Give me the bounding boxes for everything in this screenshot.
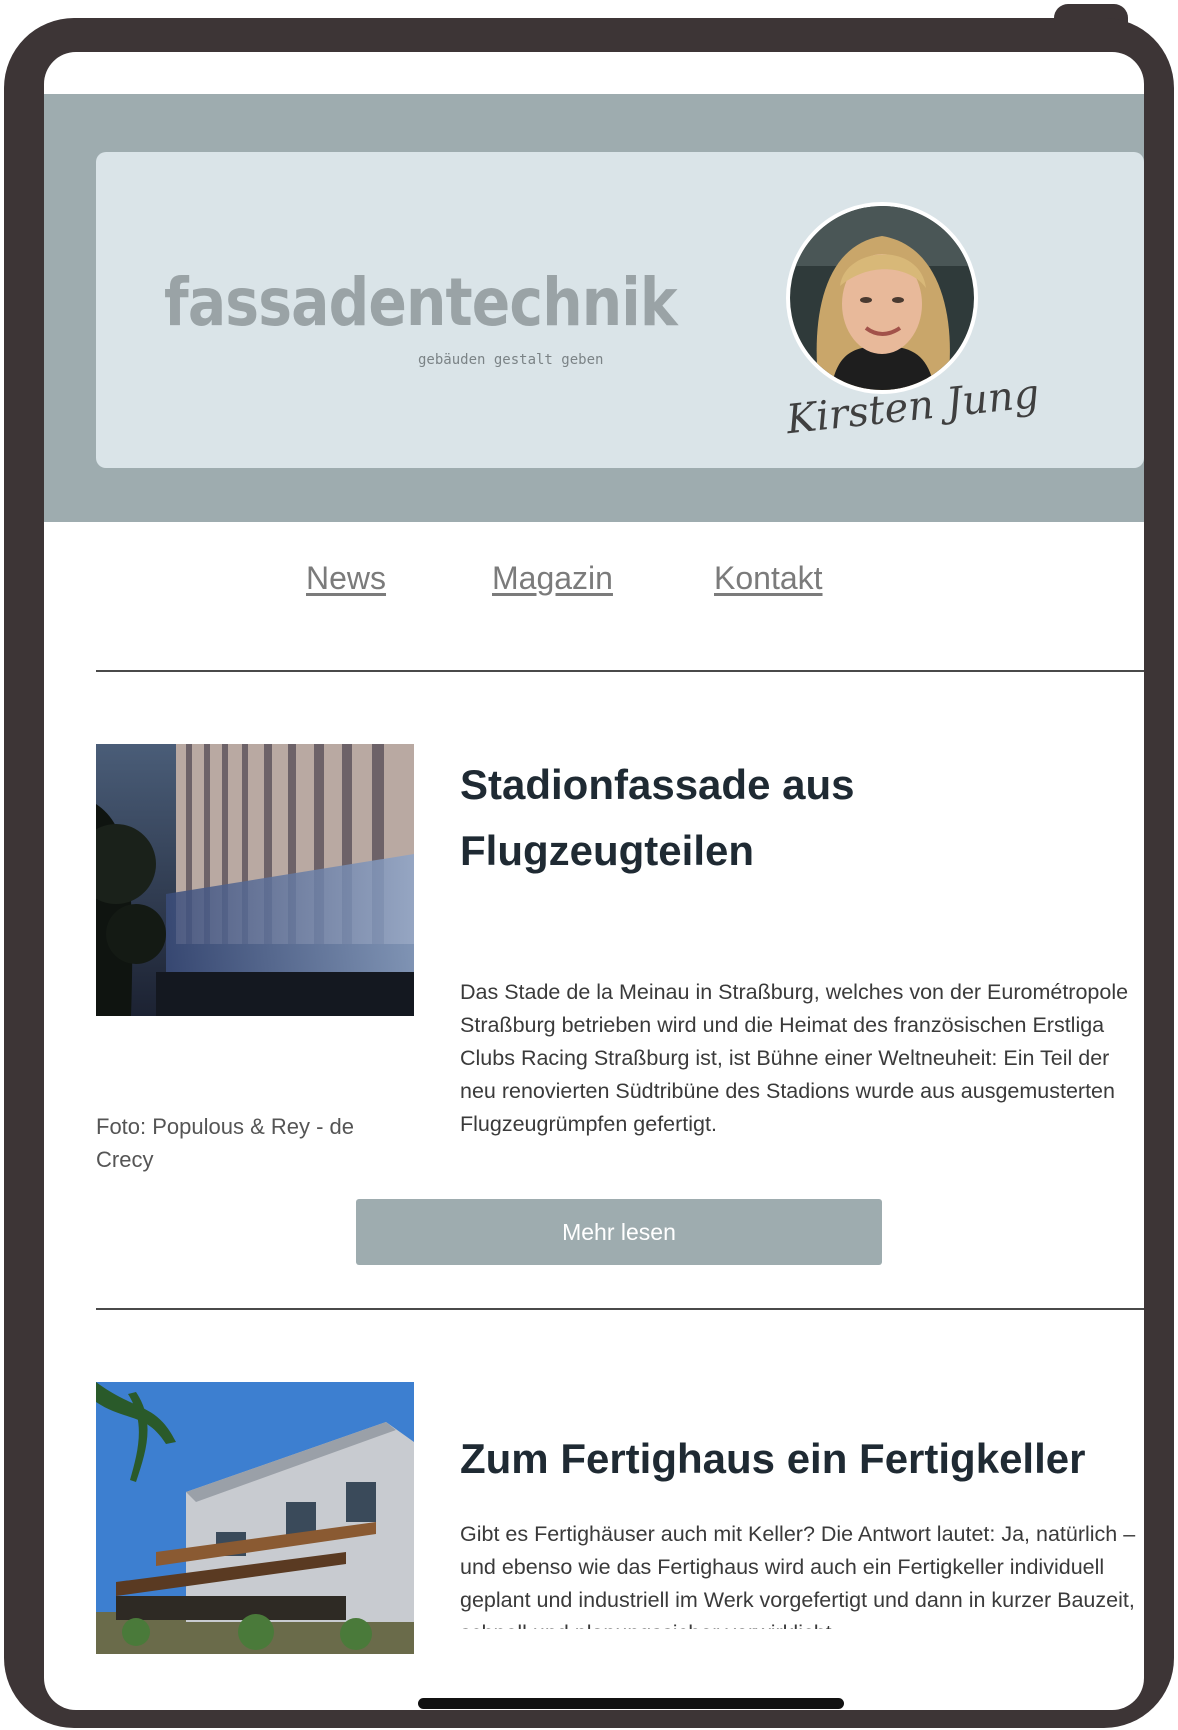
- article-title[interactable]: Stadionfassade aus Flugzeugteilen: [460, 752, 1140, 884]
- nav-link-kontakt[interactable]: Kontakt: [714, 560, 823, 597]
- article-excerpt: Gibt es Fertighäuser auch mit Keller? Di…: [460, 1522, 1136, 1629]
- nav-link-news[interactable]: News: [306, 560, 386, 597]
- header-card: fassadentechnik gebäuden gestalt geben K…: [96, 152, 1144, 468]
- image-caption: Foto: Populous & Rey - de Crecy: [96, 1114, 355, 1172]
- read-more-button[interactable]: Mehr lesen: [356, 1199, 882, 1265]
- logo-wordmark: fassadentechnik: [164, 264, 678, 341]
- article-title[interactable]: Zum Fertighaus ein Fertigkeller: [460, 1426, 1140, 1492]
- main-nav: News Magazin Kontakt: [44, 560, 1144, 610]
- avatar: [786, 202, 978, 394]
- article-title-line: Flugzeugteilen: [460, 827, 754, 874]
- section-divider: [96, 670, 1144, 672]
- article-title-line: Stadionfassade aus: [460, 761, 855, 808]
- home-indicator[interactable]: [418, 1698, 844, 1709]
- article-excerpt: Das Stade de la Meinau in Straßburg, wel…: [460, 980, 1129, 1136]
- logo-tagline: gebäuden gestalt geben: [418, 352, 604, 368]
- section-divider: [96, 1308, 1144, 1310]
- article-image-house[interactable]: [96, 1382, 414, 1654]
- article-image-stadium[interactable]: [96, 744, 414, 1016]
- nav-link-magazin[interactable]: Magazin: [492, 560, 613, 597]
- tablet-screen: fassadentechnik gebäuden gestalt geben K…: [44, 52, 1144, 1710]
- avatar-portrait: [790, 206, 974, 390]
- header-band: fassadentechnik gebäuden gestalt geben K…: [44, 94, 1144, 522]
